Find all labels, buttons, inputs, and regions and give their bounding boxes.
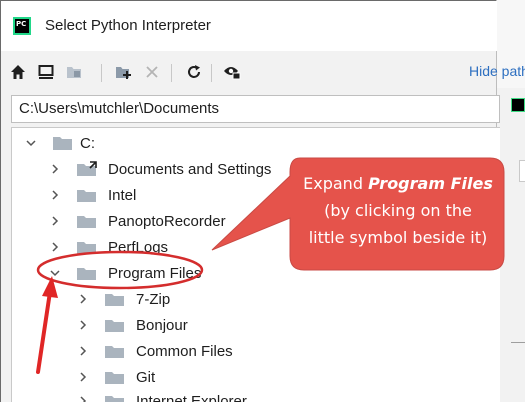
home-icon — [11, 65, 25, 79]
tree-item-label: Bonjour — [136, 316, 188, 334]
tree-item-label: PanoptoRecorder — [108, 212, 226, 230]
tree-item-panoptorecorder[interactable]: PanoptoRecorder — [48, 208, 226, 234]
file-chooser-toolbar — [1, 51, 497, 91]
tree-root-row[interactable]: C: — [24, 130, 95, 156]
folder-icon — [77, 216, 96, 228]
callout-line-1: Expand Program Files — [296, 170, 500, 197]
tree-item-7-zip[interactable]: 7-Zip — [76, 286, 170, 312]
desktop-icon — [38, 65, 54, 79]
tree-item-label: Intel — [108, 186, 137, 204]
folder-icon — [105, 320, 124, 332]
close-icon — [146, 66, 158, 78]
tree-item-intel[interactable]: Intel — [48, 182, 136, 208]
tree-item-label: 7-Zip — [136, 290, 171, 308]
callout-line-3: little symbol beside it) — [308, 228, 488, 247]
folder-icon — [77, 190, 96, 202]
dialog-titlebar: PC Select Python Interpreter — [1, 1, 497, 51]
hide-path-link[interactable]: Hide path — [469, 63, 525, 79]
chevron-right-icon[interactable] — [76, 394, 90, 402]
drive-icon — [53, 137, 72, 150]
tree-item-label: Common Files — [136, 342, 233, 360]
background-app-logo-icon — [511, 98, 525, 112]
new-folder-button[interactable] — [113, 61, 135, 83]
callout-line-1-prefix: Expand — [303, 174, 369, 193]
pycharm-logo-icon: PC — [13, 17, 31, 35]
toolbar-separator — [101, 64, 102, 82]
tree-item-label: Internet Explorer — [136, 392, 247, 402]
callout-emphasis: Program Files — [368, 174, 493, 193]
refresh-button[interactable] — [183, 61, 205, 83]
chevron-right-icon[interactable] — [76, 370, 90, 384]
folder-icon — [77, 268, 96, 280]
tree-item-program-files[interactable]: Program Files — [48, 260, 201, 286]
background-field — [519, 160, 525, 182]
show-hidden-files-button[interactable] — [221, 61, 243, 83]
file-tree: C: Documents and Settings Intel PanoptoR… — [11, 127, 500, 402]
folder-icon — [105, 372, 124, 384]
toolbar-separator — [211, 64, 212, 82]
desktop-button[interactable] — [35, 61, 57, 83]
folder-icon — [77, 242, 96, 254]
chevron-right-icon[interactable] — [48, 240, 62, 254]
folder-shortcut-icon — [77, 161, 97, 176]
chevron-right-icon[interactable] — [48, 188, 62, 202]
callout-text: Expand Program Files (by clicking on the… — [296, 170, 500, 251]
chevron-right-icon[interactable] — [48, 214, 62, 228]
eye-icon — [224, 67, 241, 80]
tree-item-internet-explorer[interactable]: Internet Explorer — [76, 388, 247, 402]
folder-icon — [105, 346, 124, 358]
new-folder-icon — [116, 67, 131, 79]
tree-item-label: Program Files — [108, 264, 202, 282]
tree-item-git[interactable]: Git — [76, 364, 155, 390]
project-folder-icon — [67, 67, 81, 78]
project-button[interactable] — [63, 61, 85, 83]
chevron-right-icon[interactable] — [76, 292, 90, 306]
chevron-right-icon[interactable] — [76, 318, 90, 332]
tree-item-common-files[interactable]: Common Files — [76, 338, 233, 364]
tree-item-perflogs[interactable]: PerfLogs — [48, 234, 168, 260]
folder-icon — [105, 396, 124, 402]
chevron-right-icon[interactable] — [48, 162, 62, 176]
background-window — [496, 0, 525, 402]
chevron-down-icon[interactable] — [24, 136, 38, 150]
chevron-down-icon[interactable] — [48, 266, 62, 280]
folder-icon — [105, 294, 124, 306]
path-input[interactable]: C:\Users\mutchler\Documents — [11, 95, 500, 123]
chevron-right-icon[interactable] — [76, 344, 90, 358]
home-button[interactable] — [7, 61, 29, 83]
tree-item-documents-and-settings[interactable]: Documents and Settings — [48, 156, 271, 182]
tree-item-label: Documents and Settings — [108, 160, 272, 178]
refresh-icon — [188, 65, 200, 78]
tree-root-label: C: — [80, 134, 95, 152]
toolbar-separator — [171, 64, 172, 82]
dialog-title: Select Python Interpreter — [45, 17, 211, 34]
tree-item-label: PerfLogs — [108, 238, 169, 256]
tree-item-label: Git — [136, 368, 156, 386]
background-divider — [511, 342, 525, 343]
tree-item-bonjour[interactable]: Bonjour — [76, 312, 188, 338]
delete-button[interactable] — [141, 61, 163, 83]
callout-line-2: (by clicking on the — [324, 201, 472, 220]
